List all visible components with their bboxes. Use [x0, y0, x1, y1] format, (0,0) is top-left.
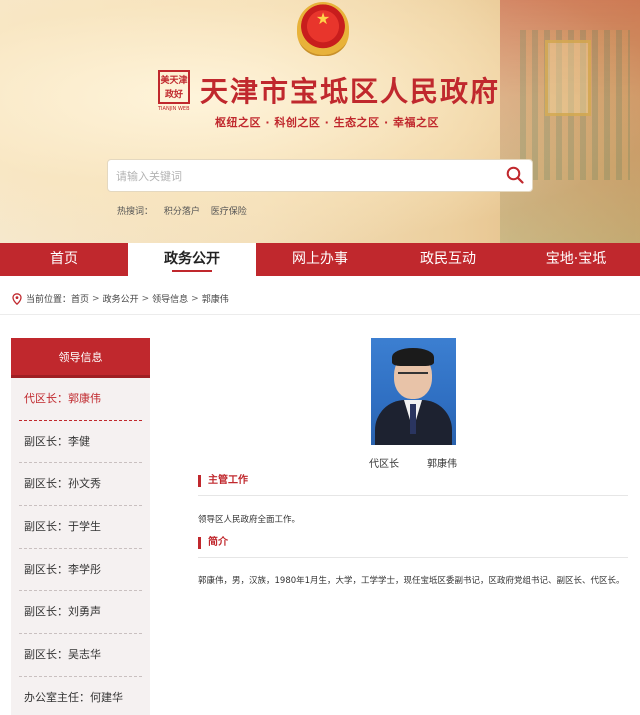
hot-word-link[interactable]: 医疗保险: [211, 207, 247, 217]
nav-item-baodi[interactable]: 宝地·宝坻: [512, 243, 640, 276]
leader-position: 代区长: [369, 459, 399, 470]
paifang-gate-decoration: [500, 0, 640, 243]
portrait-hair: [392, 348, 434, 366]
breadcrumb: 当前位置： 首页 > 政务公开 > 领导信息 > 郭康伟: [12, 292, 229, 305]
sidebar-item-sun-wenxiu[interactable]: 副区长：孙文秀: [19, 463, 142, 507]
breadcrumb-prefix: 当前位置：: [26, 295, 72, 305]
section-title-bio: 简介: [198, 537, 228, 549]
sidebar: 领导信息 代区长：郭康伟 副区长：李健 副区长：孙文秀 副区长：于学生 副区长：…: [11, 338, 150, 715]
nav-item-online-services[interactable]: 网上办事: [256, 243, 384, 276]
breadcrumb-item-home[interactable]: 首页: [71, 292, 89, 305]
main-nav: 首页 政务公开 网上办事 政民互动 宝地·宝坻: [0, 243, 640, 276]
hot-search: 热搜词： 积分落户 医疗保险: [117, 204, 255, 217]
site-slogan: 枢纽之区 · 科创之区 · 生态之区 · 幸福之区: [215, 116, 440, 129]
location-pin-icon: [12, 292, 22, 305]
breadcrumb-separator: >: [92, 293, 100, 304]
sidebar-item-liu-yongsheng[interactable]: 副区长：刘勇声: [19, 591, 142, 635]
breadcrumb-divider: [0, 314, 640, 315]
emblem-star-icon: ★: [315, 9, 331, 28]
sidebar-item-yu-xuesheng[interactable]: 副区长：于学生: [19, 506, 142, 549]
search-icon[interactable]: [506, 166, 524, 184]
portrait-tie: [410, 404, 416, 434]
section-rule: [198, 495, 628, 496]
section-rule: [198, 557, 628, 558]
sidebar-item-wu-zhihua[interactable]: 副区长：吴志华: [19, 634, 142, 677]
bio-text: 郭康伟，男，汉族，1980年1月生，大学，工学学士，现任宝坻区委副书记，区政府党…: [198, 576, 625, 586]
tianjin-logo-subtitle: TIANJIN WEB: [158, 106, 190, 112]
sidebar-item-li-jian[interactable]: 副区长：李健: [19, 421, 142, 464]
sidebar-title: 领导信息: [11, 338, 150, 378]
leader-name: 郭康伟: [427, 459, 457, 470]
sidebar-list: 代区长：郭康伟 副区长：李健 副区长：孙文秀 副区长：于学生 副区长：李学彤 副…: [11, 378, 150, 715]
portrait-glasses: [398, 372, 428, 379]
breadcrumb-separator: >: [141, 293, 150, 304]
nav-item-interaction[interactable]: 政民互动: [384, 243, 512, 276]
breadcrumb-item-current: 郭康伟: [201, 295, 229, 305]
hot-search-label: 热搜词：: [117, 207, 154, 217]
search-box: [107, 159, 533, 192]
sidebar-item-he-jianhua[interactable]: 办公室主任：何建华: [19, 677, 142, 715]
duties-text: 领导区人民政府全面工作。: [198, 515, 301, 525]
breadcrumb-item-government-affairs[interactable]: 政务公开: [103, 292, 139, 305]
nav-item-home[interactable]: 首页: [0, 243, 128, 276]
site-title[interactable]: 天津市宝坻区人民政府: [200, 70, 500, 110]
tianjin-logo: 美天津政好: [158, 70, 190, 104]
breadcrumb-separator: >: [191, 293, 199, 304]
breadcrumb-item-leaders[interactable]: 领导信息: [152, 292, 188, 305]
search-input[interactable]: [116, 166, 496, 186]
sidebar-item-li-xuetong[interactable]: 副区长：李学彤: [19, 549, 142, 592]
section-title-duties: 主管工作: [198, 475, 248, 487]
leader-portrait: [371, 338, 456, 445]
nav-item-government-affairs[interactable]: 政务公开: [128, 243, 256, 276]
sidebar-item-guo-kangwei[interactable]: 代区长：郭康伟: [19, 378, 142, 421]
hot-word-link[interactable]: 积分落户: [164, 207, 200, 217]
